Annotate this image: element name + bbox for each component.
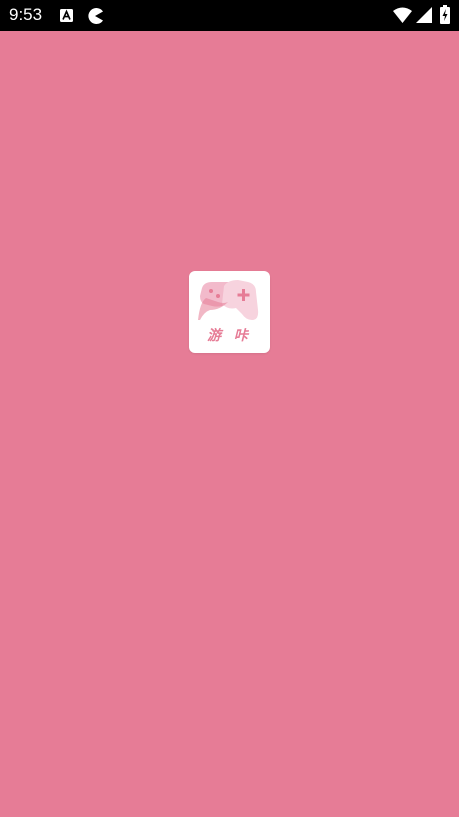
status-time: 9:53 — [9, 5, 43, 24]
app-logo: 游 咔 — [189, 271, 270, 353]
text-a-notification-icon — [60, 9, 73, 22]
pacman-notification-icon — [88, 8, 103, 24]
status-bar: 9:53 — [0, 0, 459, 31]
wifi-icon — [393, 7, 412, 23]
splash-screen: 9:53 游 咔 — [0, 0, 459, 817]
logo-text: 游 咔 — [207, 328, 252, 344]
gamepad-icon — [198, 280, 259, 320]
battery-charging-icon — [440, 5, 450, 24]
cell-signal-icon — [416, 7, 432, 23]
